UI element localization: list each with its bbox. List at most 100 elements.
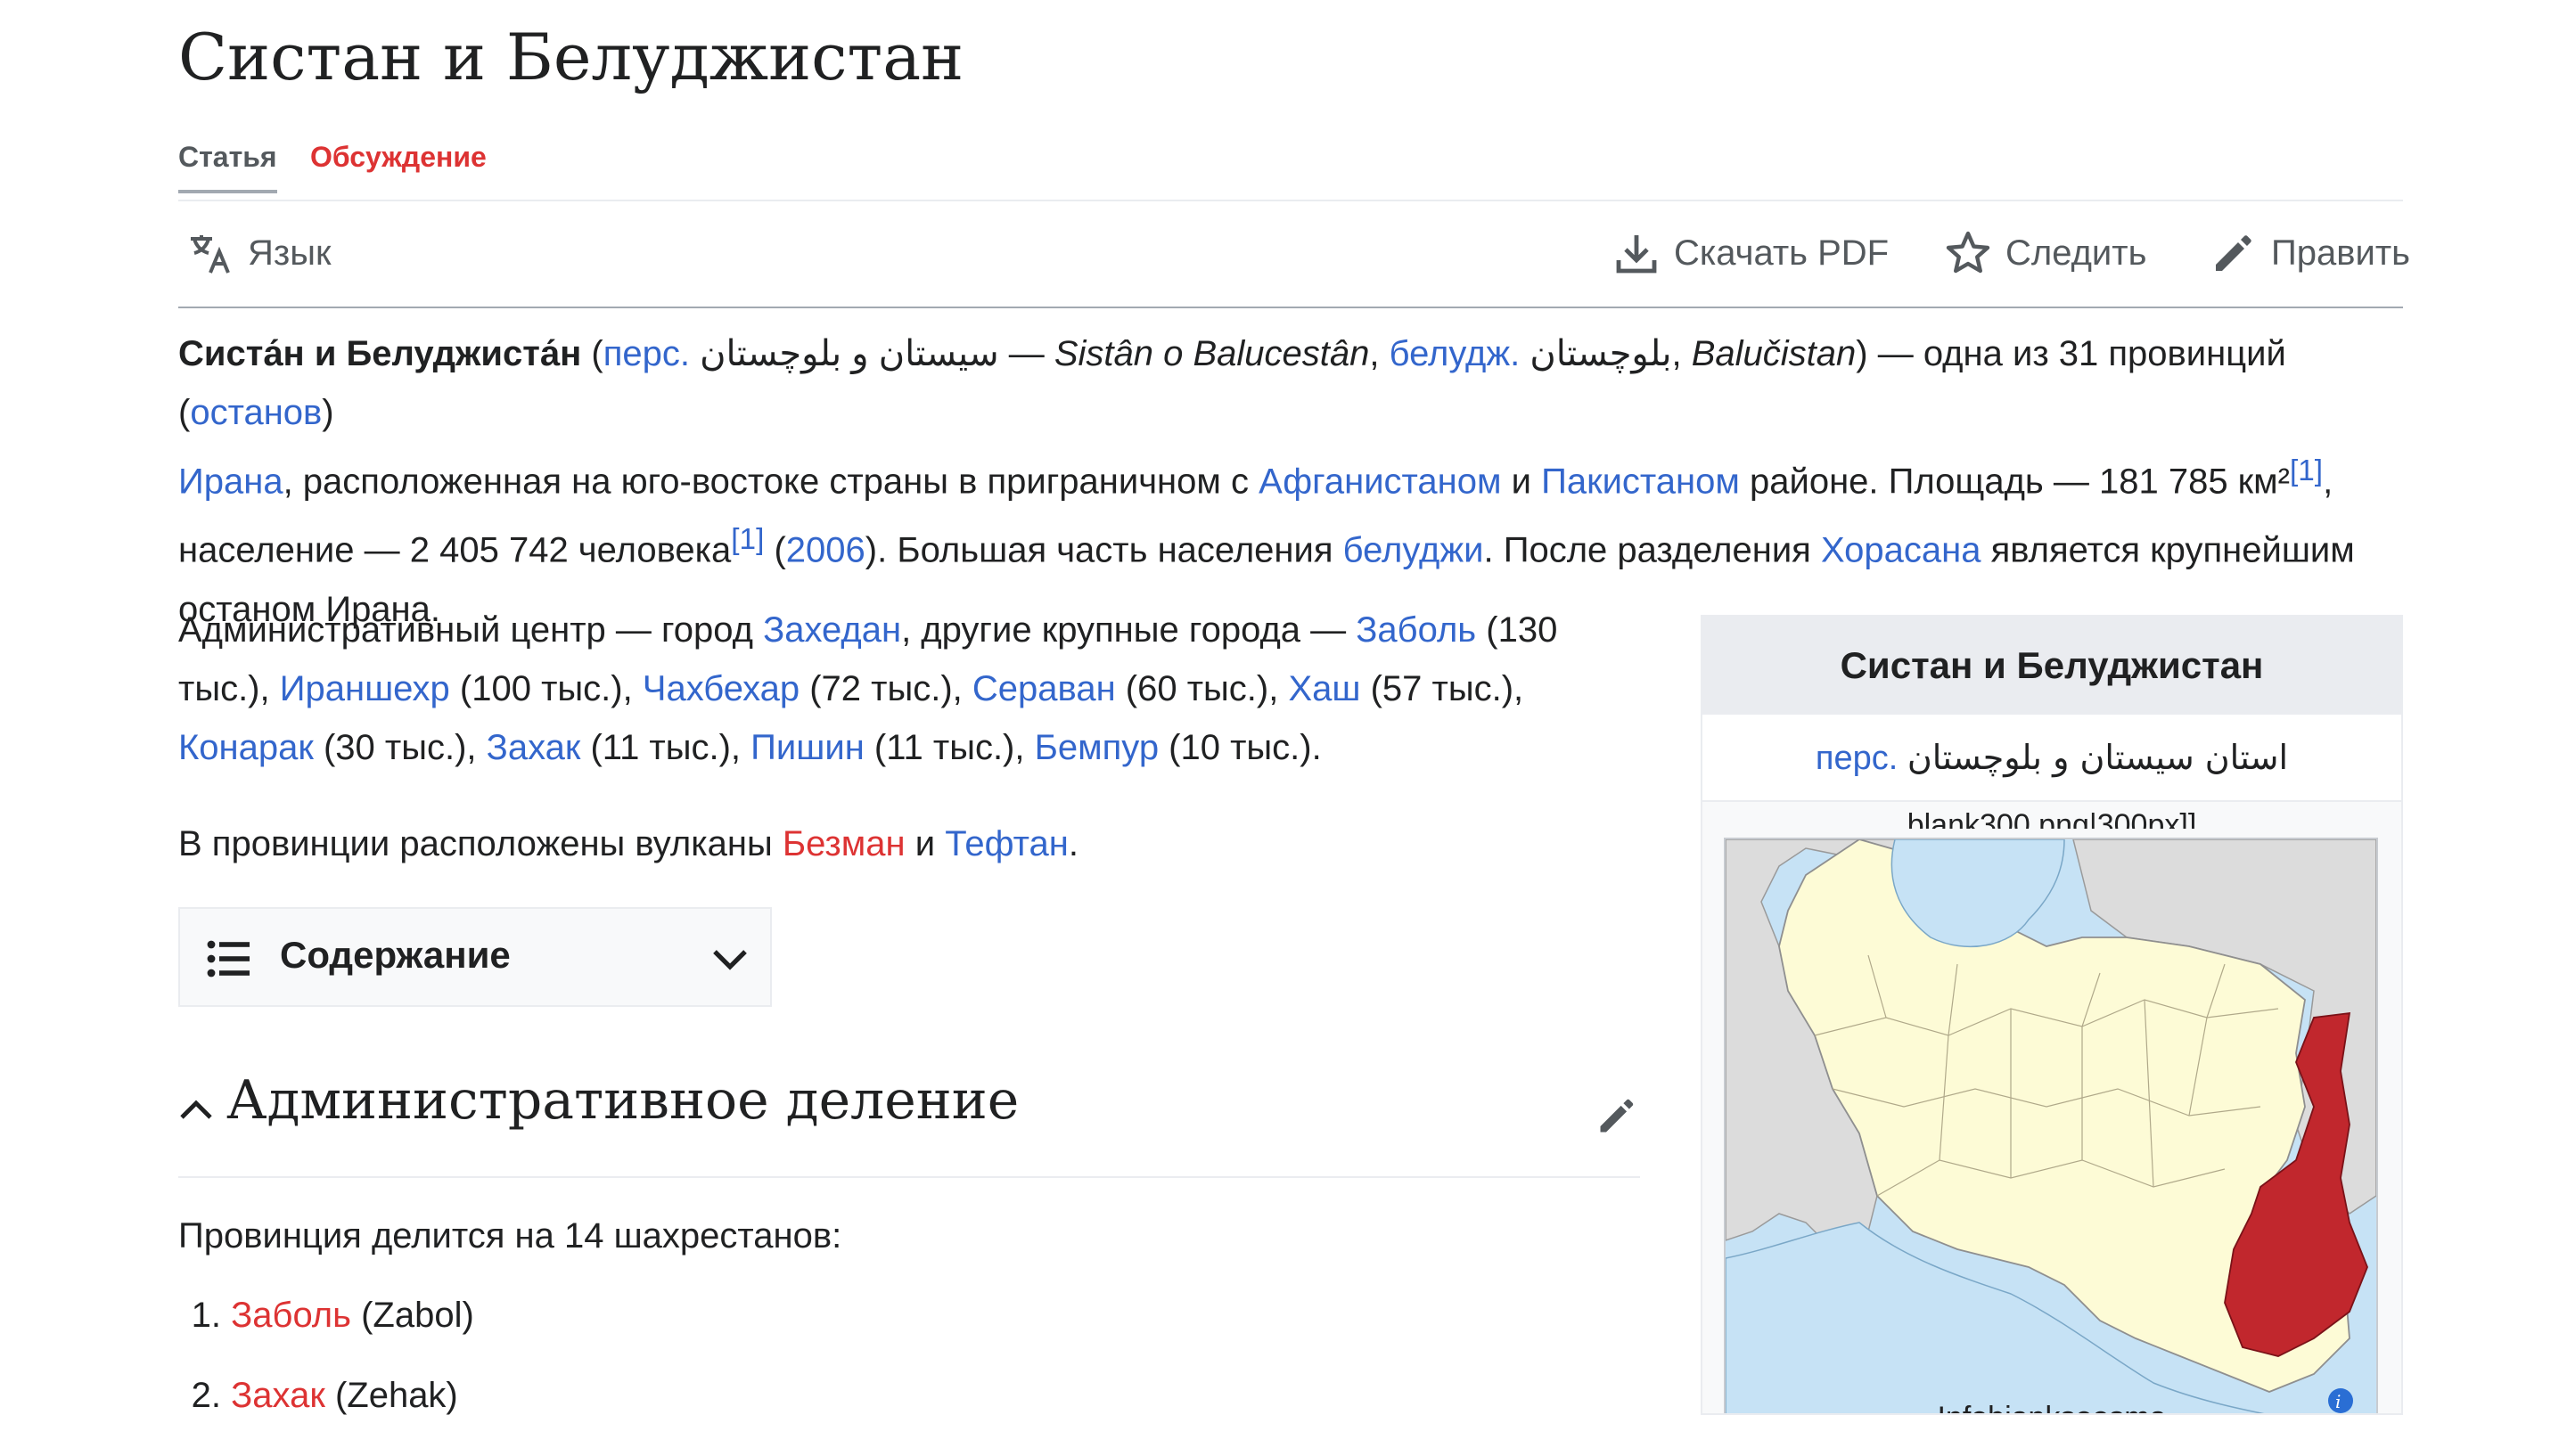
khash-link[interactable]: Хаш [1288, 669, 1360, 708]
section-heading: Административное деление [226, 1069, 1020, 1132]
intro-text: , [2323, 462, 2333, 502]
baluchi-transliteration: Balučistan [1691, 334, 1857, 373]
intro-text: ). Большая часть населения [865, 530, 1343, 570]
body-text: В провинции расположены вулканы [178, 824, 783, 863]
persian-language-link[interactable]: перс. [603, 334, 690, 373]
cities-paragraph: Административный центр — город Захедан, … [178, 601, 1640, 777]
broken-image-text: blank300.png|300px]] [1907, 808, 2197, 829]
star-icon [1945, 230, 1991, 276]
zahak-county-redlink[interactable]: Захак [231, 1376, 325, 1415]
reference-link[interactable]: [1] [731, 523, 764, 556]
zahedan-link[interactable]: Захедан [763, 610, 901, 650]
zabol-county-redlink[interactable]: Заболь [231, 1296, 351, 1335]
list-number: 1. [191, 1296, 221, 1335]
intro-text: районе. Площадь — 181 785 км² [1739, 462, 2291, 502]
pishin-link[interactable]: Пишин [750, 728, 865, 767]
edit-label: Править [2271, 233, 2410, 273]
body-text: (10 тыс.). [1159, 728, 1322, 767]
pakistan-link[interactable]: Пакистаном [1541, 462, 1740, 501]
intro-text: , [1369, 334, 1390, 373]
persian-native-name: استان سیستان و بلوچستان [1907, 738, 2289, 777]
list-item: 2. Захак (Zehak) [178, 1376, 474, 1456]
persian-transliteration: Sistân o Balucestân [1054, 334, 1370, 373]
baluchi-language-link[interactable]: белудж. [1390, 334, 1521, 373]
chevron-down-icon [711, 946, 749, 976]
taftan-link[interactable]: Тефтан [945, 824, 1069, 863]
infobox-native-name: перс. استان سیستان و بلوچستان [1702, 715, 2401, 802]
download-pdf-button[interactable]: Скачать PDF [1613, 219, 1889, 287]
intro-text: и [1501, 462, 1542, 502]
page-toolbar: Язык Скачать PDF Следить Править [178, 219, 2410, 305]
intro-text: , [1671, 334, 1692, 373]
afghanistan-link[interactable]: Афганистаном [1259, 462, 1501, 501]
body-text: (72 тыс.), [800, 669, 972, 708]
language-label: Язык [248, 233, 332, 273]
iran-link[interactable]: Ирана [178, 462, 283, 501]
list-icon [207, 939, 251, 983]
body-text: и [905, 824, 946, 863]
persian-language-link[interactable]: перс. [1816, 740, 1898, 777]
watch-button[interactable]: Следить [1945, 219, 2146, 287]
page-title: Систан и Белуджистан [178, 20, 964, 94]
shahrestan-list: 1. Заболь (Zabol) 2. Захак (Zehak) [178, 1296, 474, 1456]
table-of-contents-toggle[interactable]: Содержание [178, 907, 772, 1007]
toolbar-divider [178, 307, 2403, 308]
chabahar-link[interactable]: Чахбехар [643, 669, 800, 708]
year-link[interactable]: 2006 [786, 531, 865, 570]
download-pdf-label: Скачать PDF [1674, 233, 1890, 273]
article-page: Систан и Белуджистан Статья Обсуждение Я… [0, 0, 2567, 1415]
ostan-link[interactable]: останов [190, 393, 322, 432]
pencil-icon [2210, 230, 2257, 276]
section-intro: Провинция делится на 14 шахрестанов: [178, 1216, 842, 1256]
edit-button[interactable]: Править [2210, 219, 2410, 287]
infobox-cut-text: Infobianksoosma [1702, 1401, 2401, 1413]
bazman-redlink[interactable]: Безман [783, 824, 906, 863]
toc-label: Содержание [280, 934, 511, 976]
body-text: (100 тыс.), [449, 669, 643, 708]
zabol-link[interactable]: Заболь [1356, 610, 1476, 650]
location-map[interactable]: i [1724, 838, 2378, 1413]
body-text: Административный центр — город [178, 610, 764, 650]
tab-talk[interactable]: Обсуждение [310, 141, 487, 188]
bampur-link[interactable]: Бемпур [1035, 728, 1159, 767]
zahak-link[interactable]: Захак [487, 728, 581, 767]
intro-text: ( [764, 530, 786, 570]
latin-name: (Zehak) [324, 1376, 458, 1415]
intro-text: ( [581, 334, 603, 373]
baluchi-people-link[interactable]: белуджи [1343, 531, 1484, 570]
body-text: (11 тыс.), [864, 728, 1035, 767]
infobox: Систан и Белуджистан перс. استان سیستان … [1701, 615, 2403, 1415]
article-subject: Систа́н и Белуджиста́н [178, 334, 582, 373]
konarak-link[interactable]: Конарак [178, 728, 314, 767]
reference-link[interactable]: [1] [2290, 454, 2323, 487]
iran-map-graphic: i [1726, 839, 2376, 1413]
latin-name: (Zabol) [351, 1296, 474, 1335]
body-text: (57 тыс.), [1360, 669, 1524, 708]
broken-image-markup: blank300.png|300px]] [1702, 802, 2401, 829]
body-text: (60 тыс.), [1115, 669, 1289, 708]
saravan-link[interactable]: Сераван [972, 669, 1116, 708]
body-text: (30 тыс.), [313, 728, 487, 767]
tab-article[interactable]: Статья [178, 141, 277, 193]
intro-text: , расположенная на юго-востоке страны в … [283, 462, 1259, 502]
infobox-title: Систан и Белуджистан [1702, 617, 2401, 715]
language-icon [187, 230, 234, 276]
body-text: . [1068, 824, 1078, 863]
intro-text: ) [322, 393, 334, 432]
list-number: 2. [191, 1376, 221, 1415]
tabs-divider [178, 200, 2403, 201]
edit-section-pencil-icon[interactable] [1595, 1094, 1638, 1141]
body-text: (130 [1476, 610, 1558, 650]
section-divider [178, 1176, 1640, 1178]
watch-label: Следить [2005, 233, 2147, 273]
intro-text: население — 2 405 742 человека [178, 530, 732, 570]
intro-paragraph: Систа́н и Белуджиста́н (перс. سیستان و ب… [178, 324, 2403, 639]
language-button[interactable]: Язык [187, 219, 331, 287]
khorasan-link[interactable]: Хорасана [1821, 531, 1981, 570]
download-icon [1613, 230, 1660, 276]
baluchi-native-name: بلوچستان [1530, 334, 1672, 373]
namespace-tabs: Статья Обсуждение [178, 141, 2403, 200]
collapse-section-icon[interactable] [178, 1096, 214, 1125]
intro-text: . После разделения [1483, 530, 1821, 570]
iranshahr-link[interactable]: Ираншехр [280, 669, 450, 708]
